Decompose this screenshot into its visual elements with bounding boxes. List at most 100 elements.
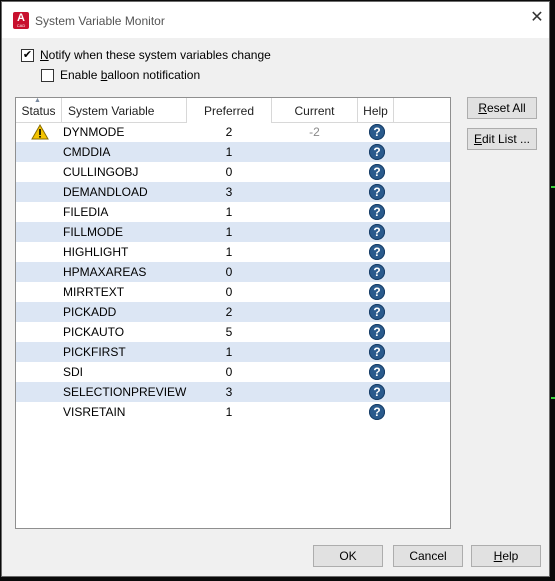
current-value (272, 402, 357, 422)
preferred-value[interactable]: 1 (187, 202, 271, 222)
table-row[interactable]: SELECTIONPREVIEW 3? (16, 382, 450, 402)
current-value (272, 342, 357, 362)
preferred-value[interactable]: 1 (187, 222, 271, 242)
table-row[interactable]: DYNMODE 2 -2? (16, 122, 450, 142)
table-row[interactable]: HIGHLIGHT 1? (16, 242, 450, 262)
status-cell (16, 342, 62, 362)
header-help[interactable]: Help (358, 98, 394, 122)
preferred-value[interactable]: 1 (187, 342, 271, 362)
header-status[interactable]: ▲ Status (16, 98, 62, 122)
status-cell (16, 242, 62, 262)
current-value (272, 322, 357, 342)
edit-list-button[interactable]: Edit List ... (467, 128, 537, 150)
variable-name: FILEDIA (63, 205, 109, 219)
preferred-value[interactable]: 2 (187, 302, 271, 322)
notify-checkbox[interactable]: ✔ (21, 48, 34, 62)
header-system-variable[interactable]: System Variable (62, 98, 187, 122)
status-cell (16, 402, 62, 422)
current-value (272, 242, 357, 262)
preferred-value[interactable]: 5 (187, 322, 271, 342)
preferred-value[interactable]: 0 (187, 362, 271, 382)
current-value (272, 362, 357, 382)
status-cell (16, 282, 62, 302)
table-row[interactable]: PICKFIRST 1? (16, 342, 450, 362)
close-icon[interactable]: ✕ (530, 10, 544, 26)
table-header: ▲ Status System Variable Preferred Curre… (16, 98, 450, 123)
variable-name: SDI (63, 365, 84, 379)
help-icon[interactable]: ? (369, 264, 385, 280)
table-row[interactable]: FILLMODE 1? (16, 222, 450, 242)
balloon-checkbox[interactable] (41, 68, 54, 82)
status-cell (16, 162, 62, 182)
variable-name: VISRETAIN (63, 405, 126, 419)
variable-name: CULLINGOBJ (63, 165, 139, 179)
table-row[interactable]: MIRRTEXT 0? (16, 282, 450, 302)
table-row[interactable]: HPMAXAREAS 0? (16, 262, 450, 282)
help-cell: ? (358, 162, 394, 182)
variable-name: PICKADD (63, 305, 117, 319)
help-icon[interactable]: ? (369, 384, 385, 400)
background-accent (551, 186, 555, 188)
cancel-button[interactable]: Cancel (393, 545, 463, 567)
help-icon[interactable]: ? (369, 164, 385, 180)
notify-option[interactable]: ✔ Notify when these system variables cha… (21, 48, 271, 62)
preferred-value[interactable]: 0 (187, 262, 271, 282)
table-row[interactable]: DEMANDLOAD 3? (16, 182, 450, 202)
system-variable-table[interactable]: ▲ Status System Variable Preferred Curre… (15, 97, 451, 529)
help-icon[interactable]: ? (369, 184, 385, 200)
current-value: -2 (309, 125, 320, 139)
current-value (272, 262, 357, 282)
ok-button[interactable]: OK (313, 545, 383, 567)
table-row[interactable]: PICKAUTO 5? (16, 322, 450, 342)
table-row[interactable]: SDI 0? (16, 362, 450, 382)
preferred-value[interactable]: 3 (187, 182, 271, 202)
help-icon[interactable]: ? (369, 244, 385, 260)
variable-name: PICKAUTO (63, 325, 125, 339)
status-cell (16, 142, 62, 162)
reset-all-button[interactable]: Reset All (467, 97, 537, 119)
variable-name: CMDDIA (63, 145, 111, 159)
variable-name: DEMANDLOAD (63, 185, 148, 199)
preferred-value[interactable]: 0 (187, 162, 271, 182)
help-button[interactable]: Help (471, 545, 541, 567)
help-icon[interactable]: ? (369, 344, 385, 360)
current-value (272, 162, 357, 182)
preferred-value[interactable]: 1 (187, 142, 271, 162)
help-icon[interactable]: ? (369, 304, 385, 320)
current-value (272, 142, 357, 162)
preferred-value[interactable]: 3 (187, 382, 271, 402)
help-icon[interactable]: ? (369, 284, 385, 300)
help-cell: ? (358, 302, 394, 322)
current-value (272, 282, 357, 302)
preferred-value[interactable]: 1 (187, 242, 271, 262)
help-icon[interactable]: ? (369, 204, 385, 220)
preferred-value[interactable]: 2 (187, 122, 271, 142)
status-cell (16, 122, 62, 142)
help-cell: ? (358, 182, 394, 202)
help-cell: ? (358, 242, 394, 262)
header-preferred[interactable]: Preferred (187, 98, 272, 122)
help-icon[interactable]: ? (369, 144, 385, 160)
table-row[interactable]: CMDDIA 1? (16, 142, 450, 162)
window-title: System Variable Monitor (35, 14, 165, 28)
help-cell: ? (358, 122, 394, 142)
balloon-option[interactable]: Enable balloon notification (41, 68, 200, 82)
status-cell (16, 202, 62, 222)
help-icon[interactable]: ? (369, 124, 385, 140)
help-icon[interactable]: ? (369, 404, 385, 420)
help-icon[interactable]: ? (369, 224, 385, 240)
table-row[interactable]: PICKADD 2? (16, 302, 450, 322)
variable-name: SELECTIONPREVIEW (63, 385, 187, 399)
help-icon[interactable]: ? (369, 364, 385, 380)
preferred-value[interactable]: 0 (187, 282, 271, 302)
title-bar: A CAD System Variable Monitor ✕ (2, 2, 549, 38)
table-row[interactable]: FILEDIA 1? (16, 202, 450, 222)
current-value (272, 222, 357, 242)
table-row[interactable]: CULLINGOBJ 0? (16, 162, 450, 182)
help-cell: ? (358, 382, 394, 402)
help-icon[interactable]: ? (369, 324, 385, 340)
header-current[interactable]: Current (272, 98, 358, 122)
table-row[interactable]: VISRETAIN 1? (16, 402, 450, 422)
preferred-value[interactable]: 1 (187, 402, 271, 422)
variable-name: HIGHLIGHT (63, 245, 129, 259)
